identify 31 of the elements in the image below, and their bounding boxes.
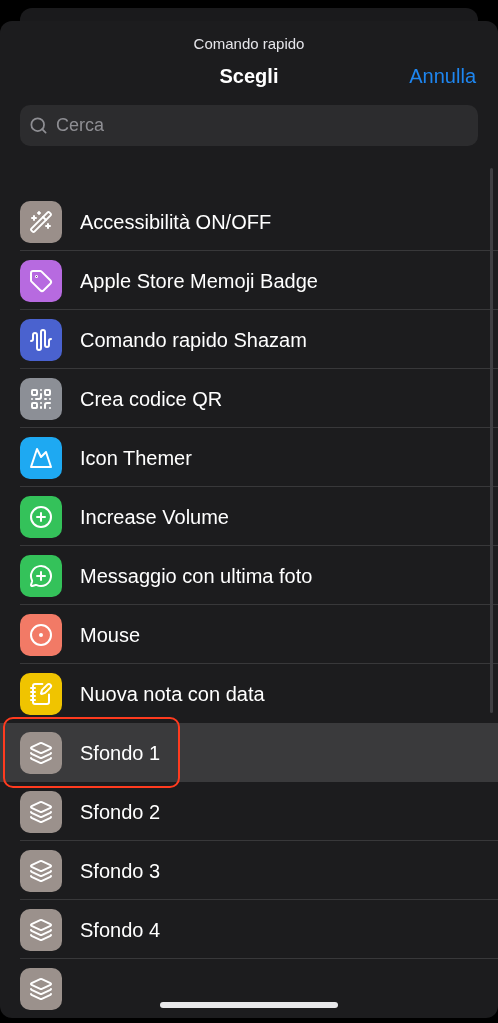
shortcut-name: Apple Store Memoji Badge [80,268,318,294]
shortcut-name: Icon Themer [80,445,192,471]
shortcut-row[interactable]: Accessibilità ON/OFF [0,192,498,251]
shortcut-row[interactable]: Sfondo 2 [0,782,498,841]
shortcut-row[interactable]: Mouse [0,605,498,664]
shortcut-name: Sfondo 4 [80,917,161,943]
shortcut-row[interactable]: Sfondo 1 [0,723,498,782]
shortcut-name: Accessibilità ON/OFF [80,209,272,235]
shortcut-row[interactable]: Sfondo 3 [0,841,498,900]
shortcut-name: Mouse [80,622,141,648]
shortcut-row[interactable]: Messaggio con ultima foto [0,546,498,605]
shortcut-name: Increase Volume [80,504,229,530]
shortcut-name: Sfondo 1 [80,740,161,766]
search-icon [29,116,48,135]
shortcut-name: Sfondo 3 [80,858,161,884]
shortcut-row[interactable]: Icon Themer [0,428,498,487]
shortcut-name: Nuova nota con data [80,681,265,707]
sheet-caption: Comando rapido [193,34,305,54]
shortcut-row[interactable]: Comando rapido Shazam [0,310,498,369]
shortcut-row[interactable]: Increase Volume [0,487,498,546]
shortcut-name: Crea codice QR [80,386,223,412]
shortcut-row[interactable]: Crea codice QR [0,369,498,428]
shortcut-name: Comando rapido Shazam [80,327,307,353]
shortcut-row[interactable]: Sfondo 4 [0,900,498,959]
sheet-title: Scegli [219,63,279,89]
shortcut-row[interactable]: Nuova nota con data [0,664,498,723]
shortcut-name: Messaggio con ultima foto [80,563,313,589]
search-field[interactable]: Cerca [20,105,478,146]
shortcut-name: Sfondo 2 [80,799,161,825]
cancel-button[interactable]: Annulla [409,60,476,91]
shortcut-row[interactable]: Apple Store Memoji Badge [0,251,498,310]
